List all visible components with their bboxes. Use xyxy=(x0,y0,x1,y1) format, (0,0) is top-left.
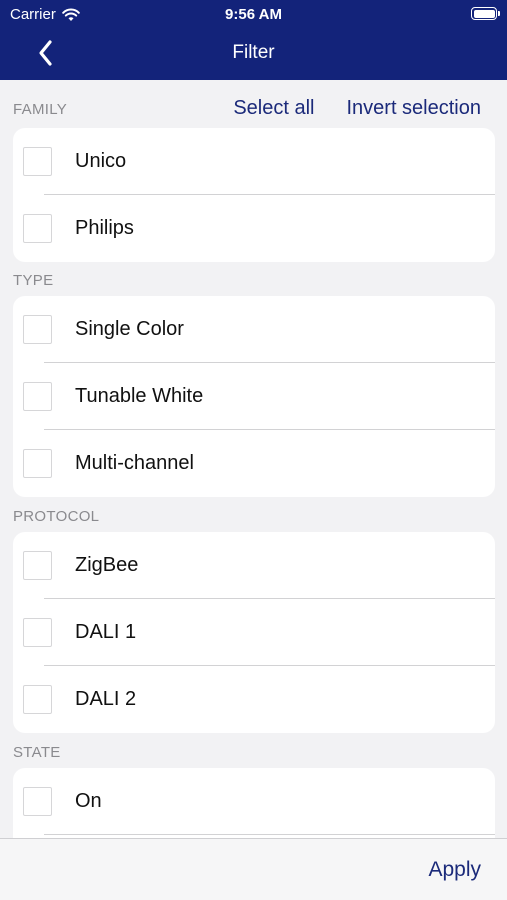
filter-row-single-color[interactable]: Single Color xyxy=(13,296,495,363)
checkbox[interactable] xyxy=(23,618,52,647)
checkbox[interactable] xyxy=(23,685,52,714)
filter-list[interactable]: FAMILY Select all Invert selection Unico… xyxy=(0,80,507,838)
bottom-toolbar: Apply xyxy=(0,838,507,900)
section-header-protocol: PROTOCOL xyxy=(13,508,100,525)
row-label: DALI 1 xyxy=(75,621,137,643)
row-label: Tunable White xyxy=(75,385,204,407)
filter-row-unico[interactable]: Unico xyxy=(13,128,495,195)
row-label: On xyxy=(75,790,102,812)
filter-row-dali-2[interactable]: DALI 2 xyxy=(13,666,495,733)
checkbox[interactable] xyxy=(23,382,52,411)
checkbox[interactable] xyxy=(23,449,52,478)
checkbox[interactable] xyxy=(23,315,52,344)
state-card: On xyxy=(13,768,495,838)
top-bar: Carrier 9:56 AM Filter xyxy=(0,0,507,80)
row-label: DALI 2 xyxy=(75,688,137,710)
family-card: Unico Philips xyxy=(13,128,495,262)
navigation-bar: Filter xyxy=(0,28,507,80)
checkbox[interactable] xyxy=(23,551,52,580)
protocol-card: ZigBee DALI 1 DALI 2 xyxy=(13,532,495,733)
invert-selection-button[interactable]: Invert selection xyxy=(346,97,481,120)
section-header-state: STATE xyxy=(13,744,61,761)
filter-row-on[interactable]: On xyxy=(13,768,495,835)
filter-row-tunable-white[interactable]: Tunable White xyxy=(13,363,495,430)
row-label: Philips xyxy=(75,217,134,239)
divider xyxy=(44,834,495,835)
selection-actions: Select all Invert selection xyxy=(233,97,481,120)
checkbox[interactable] xyxy=(23,147,52,176)
type-card: Single Color Tunable White Multi-channel xyxy=(13,296,495,497)
battery-icon xyxy=(471,7,500,20)
row-label: Multi-channel xyxy=(75,452,194,474)
filter-row-zigbee[interactable]: ZigBee xyxy=(13,532,495,599)
section-header-family: FAMILY xyxy=(13,101,68,118)
apply-button[interactable]: Apply xyxy=(428,858,481,882)
page-title: Filter xyxy=(232,42,275,63)
row-label: ZigBee xyxy=(75,554,139,576)
status-bar: Carrier 9:56 AM xyxy=(0,0,507,28)
row-label: Single Color xyxy=(75,318,184,340)
filter-row-dali-1[interactable]: DALI 1 xyxy=(13,599,495,666)
checkbox[interactable] xyxy=(23,787,52,816)
filter-row-philips[interactable]: Philips xyxy=(13,195,495,262)
select-all-button[interactable]: Select all xyxy=(233,97,314,120)
status-time: 9:56 AM xyxy=(225,6,282,23)
filter-row-multi-channel[interactable]: Multi-channel xyxy=(13,430,495,497)
section-header-type: TYPE xyxy=(13,272,54,289)
checkbox[interactable] xyxy=(23,214,52,243)
row-label: Unico xyxy=(75,150,127,172)
